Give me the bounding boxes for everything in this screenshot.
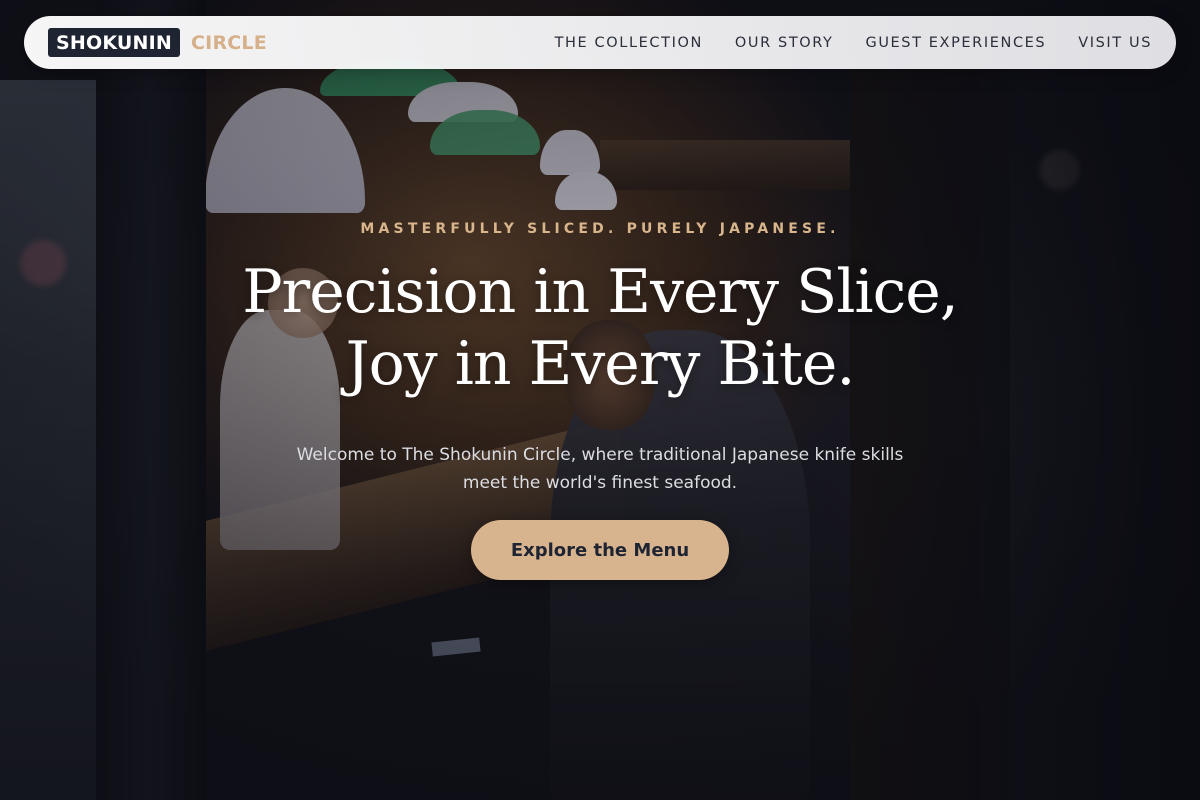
explore-menu-button[interactable]: Explore the Menu — [471, 520, 729, 580]
hero-title-line-1: Precision in Every Slice, — [242, 257, 959, 327]
hero-section: MASTERFULLY SLICED. PURELY JAPANESE. Pre… — [0, 0, 1200, 800]
hero-subtitle: Welcome to The Shokunin Circle, where tr… — [296, 445, 904, 493]
hero-title: Precision in Every Slice, Joy in Every B… — [0, 256, 1200, 400]
hero-eyebrow: MASTERFULLY SLICED. PURELY JAPANESE. — [360, 221, 840, 237]
hero-title-line-2: Joy in Every Bite. — [345, 329, 856, 399]
